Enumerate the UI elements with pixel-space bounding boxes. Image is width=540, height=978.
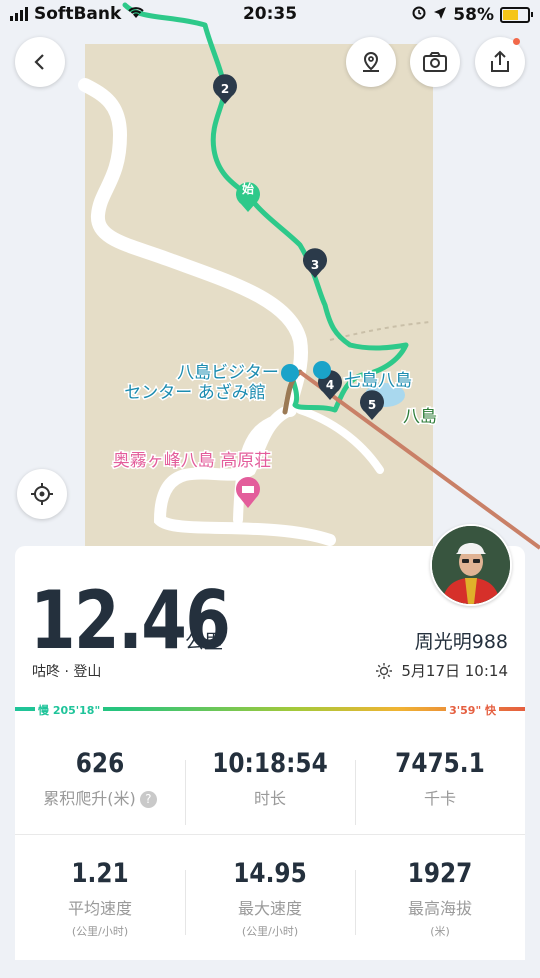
stat-label: 最高海拔: [407, 899, 472, 918]
stat-value: 14.95: [233, 858, 307, 889]
stat-value: 10:18:54: [212, 748, 328, 779]
stat-sublabel: (公里/小时): [71, 925, 129, 938]
trail-dotted: [329, 321, 431, 341]
map-label-visitor-center-2: センター あざみ館: [124, 382, 265, 403]
share-icon: [491, 50, 509, 72]
stat-value: 1.21: [71, 858, 129, 889]
stat-elevation-gain: 626 累积爬升(米)?: [15, 748, 185, 868]
map-label-visitor-center: 八島ビジター: [177, 363, 279, 383]
map-label-pond: 七島八島: [344, 371, 412, 391]
help-icon[interactable]: ?: [139, 791, 157, 808]
stat-max-speed: 14.95 最大速度 (公里/小时): [185, 858, 355, 978]
stat-avg-speed: 1.21 平均速度 (公里/小时): [15, 858, 185, 978]
stat-value: 7475.1: [395, 748, 485, 779]
svg-text:始: 始: [242, 181, 254, 196]
stat-sublabel: (公里/小时): [241, 925, 299, 938]
route-marker-2[interactable]: 2: [213, 74, 237, 104]
map-label-lodge: 奥霧ヶ峰八島 高原荘: [113, 451, 271, 471]
map-view[interactable]: 2 始 3 4 5 八島ビジター センター あざみ館 七島八島 八島 奥霧ヶ峰八…: [0, 0, 540, 564]
battery-icon: [500, 6, 533, 23]
crosshair-icon: [31, 483, 53, 505]
stats-row-1: 626 累积爬升(米)? 10:18:54 时长 7475.1 千卡: [15, 748, 525, 868]
bed-icon: [242, 486, 254, 493]
distance-unit: 公里: [185, 631, 224, 653]
user-name[interactable]: 周光明988: [415, 627, 508, 654]
alarm-icon: [411, 4, 427, 25]
stat-value: 1927: [407, 858, 473, 889]
route-marker-5[interactable]: 5: [360, 390, 384, 420]
map-canvas: 2 始 3 4 5 八島ビジター センター あざみ館 七島八島 八島 奥霧ヶ峰八…: [78, 2, 540, 550]
svg-text:3: 3: [311, 258, 319, 272]
location-arrow-icon: [433, 5, 447, 25]
stat-label: 千卡: [423, 789, 456, 808]
sun-icon: [376, 662, 393, 679]
activity-datetime: 5月17日 10:14: [375, 660, 508, 681]
map-label-yashima: 八島: [403, 407, 437, 427]
stat-duration: 10:18:54 时长: [185, 748, 355, 868]
camera-icon: [423, 52, 447, 72]
stat-sublabel: (米): [430, 925, 450, 938]
sport-type: 咕咚 · 登山: [32, 664, 102, 680]
map-pin-button[interactable]: [346, 37, 396, 87]
chevron-left-icon: [34, 54, 44, 70]
stat-label: 最大速度: [237, 899, 302, 918]
visitor-center-pin-icon: [281, 364, 299, 382]
route-marker-3[interactable]: 3: [303, 248, 327, 278]
locate-me-button[interactable]: [17, 469, 67, 519]
status-bar: SoftBank 20:35 58%: [0, 0, 540, 30]
stat-label: 累积爬升(米): [43, 789, 136, 808]
stat-calories: 7475.1 千卡: [355, 748, 525, 868]
svg-text:2: 2: [221, 82, 229, 96]
datetime-text: 5月17日 10:14: [401, 662, 508, 680]
stat-label: 平均速度: [67, 899, 132, 918]
road-east: [296, 406, 384, 474]
avatar[interactable]: [430, 524, 512, 606]
notification-dot: [513, 38, 520, 45]
pace-slow-label: 慢 205'18": [35, 702, 104, 718]
avatar-image: [432, 526, 510, 604]
map-pin-icon: [363, 51, 379, 72]
pace-bar: 慢 205'18" 3'59" 快: [15, 702, 525, 718]
stat-max-altitude: 1927 最高海拔 (米): [355, 858, 525, 978]
pace-fast-label: 3'59" 快: [446, 702, 499, 718]
battery-percent: 58%: [453, 4, 494, 25]
stats-divider: [15, 834, 525, 835]
svg-text:5: 5: [368, 398, 376, 412]
svg-text:4: 4: [326, 378, 334, 392]
stat-label: 时长: [253, 789, 286, 808]
pond-pin-icon: [313, 361, 331, 379]
stats-row-2: 1.21 平均速度 (公里/小时) 14.95 最大速度 (公里/小时) 192…: [15, 858, 525, 978]
road-main: [78, 78, 308, 417]
back-button[interactable]: [15, 37, 65, 87]
stat-value: 626: [75, 748, 125, 779]
route-straight-line: [298, 370, 540, 550]
camera-button[interactable]: [410, 37, 460, 87]
